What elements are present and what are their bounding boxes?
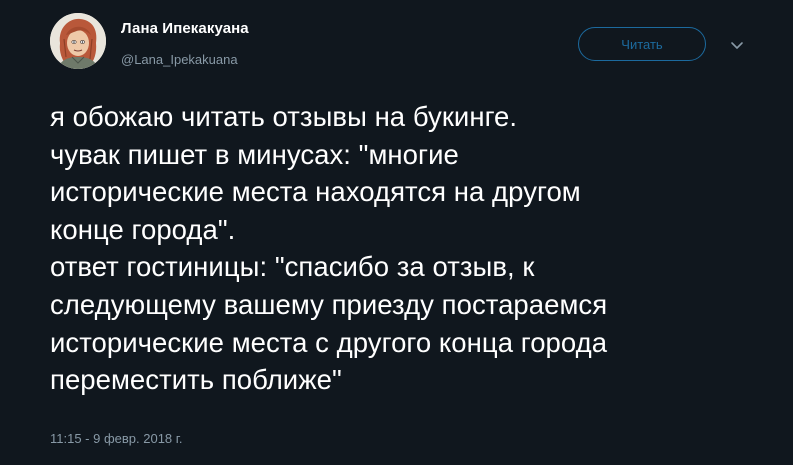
tweet-line: конце города". — [50, 213, 236, 245]
tweet-text: я обожаю читать отзывы на букинге. чувак… — [50, 98, 780, 399]
tweet-line: переместить поближе" — [50, 364, 342, 396]
tweet-card: Лана Ипекакуана @Lana_Ipekakuana Читать … — [0, 0, 793, 465]
chevron-down-icon[interactable] — [730, 38, 744, 49]
avatar[interactable] — [50, 13, 106, 69]
follow-button-label: Читать — [621, 36, 663, 52]
author-display-name[interactable]: Лана Ипекакуана — [121, 20, 249, 37]
author-handle[interactable]: @Lana_Ipekakuana — [121, 52, 238, 67]
tweet-line: исторические места находятся на другом — [50, 176, 581, 208]
tweet-timestamp[interactable]: 11:15 - 9 февр. 2018 г. — [50, 431, 183, 446]
tweet-line: чувак пишет в минусах: "многие — [50, 138, 459, 170]
avatar-illustration-icon — [50, 13, 106, 69]
tweet-line: я обожаю читать отзывы на букинге. — [50, 101, 518, 132]
tweet-line: ответ гостиницы: "спасибо за отзыв, к — [50, 251, 535, 283]
tweet-line: исторические места с другого конца город… — [50, 326, 608, 358]
tweet-line: следующему вашему приезду постараемся — [50, 288, 608, 320]
follow-button[interactable]: Читать — [578, 27, 706, 61]
